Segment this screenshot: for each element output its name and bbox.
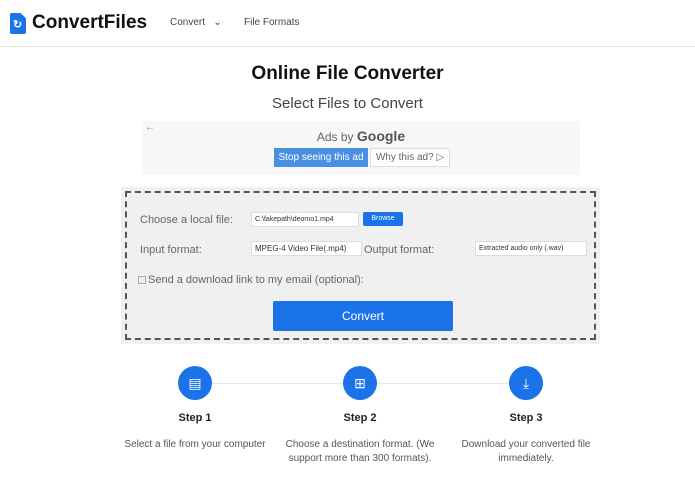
input-format-label: Input format: <box>140 244 202 256</box>
email-checkbox[interactable] <box>138 276 146 284</box>
why-this-ad-button[interactable]: Why this ad? ▷ <box>370 148 450 167</box>
nav-convert[interactable]: Convert ⌄ <box>170 17 222 28</box>
input-format-select[interactable]: MPEG-4 Video File(.mp4) <box>251 241 362 256</box>
converter-form: Choose a local file: C:\fakepath\deomo1.… <box>121 187 600 344</box>
step-2-title: Step 2 <box>343 412 377 424</box>
file-path-input[interactable]: C:\fakepath\deomo1.mp4 <box>251 212 359 227</box>
nav-convert-label: Convert <box>170 17 206 28</box>
grid-icon: ⊞ <box>343 366 377 400</box>
convert-button[interactable]: Convert <box>273 301 453 331</box>
chevron-down-icon: ⌄ <box>207 17 222 28</box>
logo-icon[interactable]: ↻ <box>10 13 26 34</box>
ads-by-label: Ads by <box>316 130 354 144</box>
email-label: Send a download link to my email (option… <box>148 274 364 286</box>
page-title: Online File Converter <box>251 63 444 84</box>
step-2-desc: Choose a destination format. (We support… <box>285 439 435 464</box>
browse-button[interactable]: Browse <box>363 212 403 226</box>
google-label: Google <box>356 128 406 144</box>
download-icon: ⤓ <box>509 366 543 400</box>
stop-seeing-ad-button[interactable]: Stop seeing this ad <box>274 148 368 167</box>
file-icon: ▤ <box>178 366 212 400</box>
ads-by-google: Ads by Google <box>142 128 580 144</box>
step-3-title: Step 3 <box>509 412 543 424</box>
step-3-desc: Download your converted file immediately… <box>461 439 591 464</box>
output-format-label: Output format: <box>364 244 435 256</box>
brand-name[interactable]: ConvertFiles <box>32 12 147 34</box>
step-1-desc: Select a file from your computer <box>124 439 266 450</box>
header: ↻ ConvertFiles Convert ⌄ File Formats <box>0 0 695 47</box>
local-file-label: Choose a local file: <box>140 214 233 226</box>
nav-file-formats[interactable]: File Formats <box>244 17 300 28</box>
output-format-select[interactable]: Extracted audio only (.wav) <box>475 241 587 256</box>
step-1-title: Step 1 <box>178 412 212 424</box>
page-subtitle: Select Files to Convert <box>272 95 423 112</box>
ad-panel: ← Ads by Google Stop seeing this ad Why … <box>142 121 580 175</box>
